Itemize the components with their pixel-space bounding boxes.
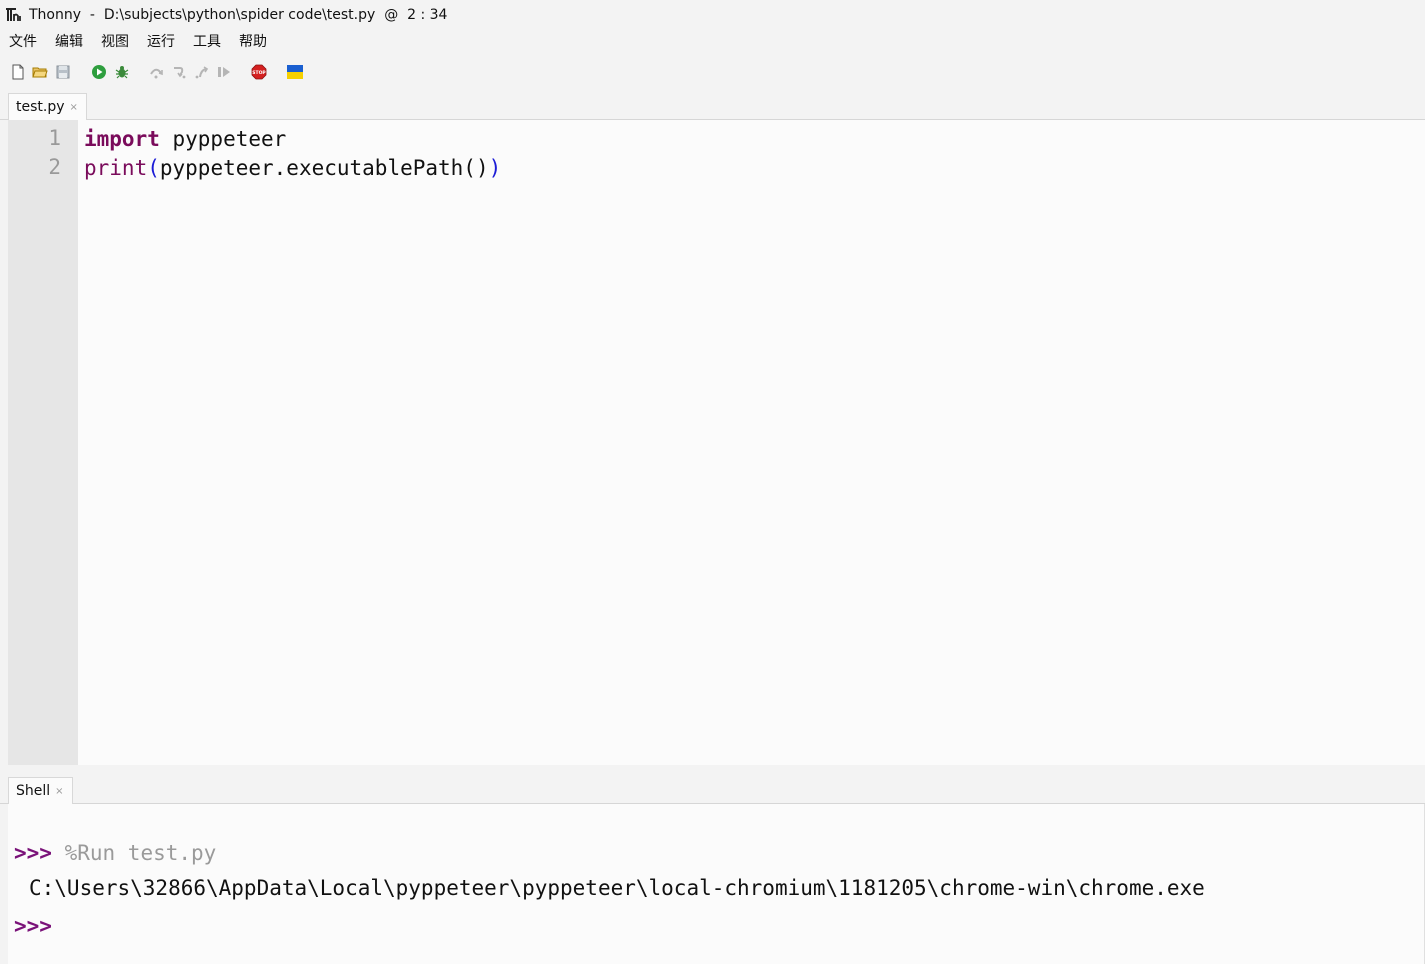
menu-bar: 文件 编辑 视图 运行 工具 帮助 <box>0 29 1425 53</box>
debug-icon[interactable] <box>114 64 130 80</box>
menu-help[interactable]: 帮助 <box>239 31 267 51</box>
shell-prompt: >>> <box>14 841 52 865</box>
ukraine-flag-icon[interactable] <box>287 64 303 80</box>
paren-token: ( <box>147 156 160 180</box>
code-token: pyppeteer <box>159 127 287 151</box>
open-file-icon[interactable] <box>32 64 48 80</box>
shell-prompt: >>> <box>14 914 52 938</box>
menu-view[interactable]: 视图 <box>101 31 129 51</box>
paren-token: ) <box>488 156 502 180</box>
title-bar: Thonny - D:\subjects\python\spider code\… <box>0 0 1425 29</box>
tab-label: test.py <box>16 99 65 115</box>
tab-test-py[interactable]: test.py × <box>8 93 87 120</box>
editor-tab-bar: test.py × <box>0 91 1425 120</box>
shell-pane[interactable]: >>> %Run test.py C:\Users\32866\AppData\… <box>8 804 1425 964</box>
close-tab-icon[interactable]: × <box>70 102 78 113</box>
tab-label: Shell <box>16 783 51 799</box>
menu-edit[interactable]: 编辑 <box>55 31 83 51</box>
line-number: 1 <box>48 126 61 150</box>
shell-input-line[interactable]: >>> <box>14 911 52 941</box>
code-line: import pyppeteer <box>84 125 286 154</box>
shell-command-line: >>> %Run test.py <box>14 838 216 868</box>
step-into-icon[interactable] <box>171 64 187 80</box>
pane-splitter[interactable] <box>0 765 1425 775</box>
stop-icon[interactable]: STOP <box>251 64 267 80</box>
shell-output: C:\Users\32866\AppData\Local\pyppeteer\p… <box>29 876 1205 900</box>
builtin-token: print <box>84 156 148 180</box>
tab-shell[interactable]: Shell × <box>8 777 73 804</box>
svg-text:STOP: STOP <box>252 70 266 76</box>
keyword-token: import <box>84 127 160 151</box>
close-tab-icon[interactable]: × <box>55 786 63 797</box>
step-out-icon[interactable] <box>194 64 210 80</box>
thonny-logo-icon <box>6 7 21 21</box>
menu-run[interactable]: 运行 <box>147 31 175 51</box>
menu-tools[interactable]: 工具 <box>193 31 221 51</box>
shell-command: %Run test.py <box>51 841 217 865</box>
step-over-icon[interactable] <box>148 64 164 80</box>
run-icon[interactable] <box>91 64 107 80</box>
shell-tab-bar: Shell × <box>0 775 1425 804</box>
window-title: Thonny - D:\subjects\python\spider code\… <box>29 6 448 23</box>
menu-file[interactable]: 文件 <box>9 31 37 51</box>
line-number-gutter: 1 2 <box>8 120 78 765</box>
code-editor[interactable]: 1 2 import pyppeteer print(pyppeteer.exe… <box>8 120 1425 765</box>
save-file-icon[interactable] <box>55 64 71 80</box>
code-token: pyppeteer.executablePath() <box>159 156 489 180</box>
line-number: 2 <box>48 155 61 179</box>
code-line: print(pyppeteer.executablePath()) <box>84 154 501 183</box>
resume-icon[interactable] <box>216 64 232 80</box>
toolbar: STOP <box>0 53 1425 91</box>
new-file-icon[interactable] <box>10 64 26 80</box>
